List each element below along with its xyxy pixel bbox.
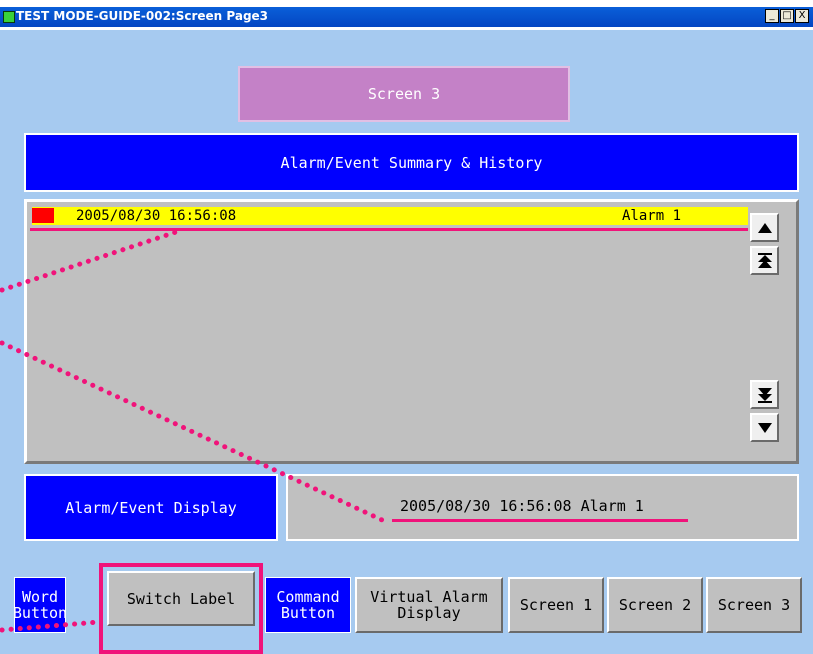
annotation-dotted-line-1	[0, 227, 185, 293]
annotation-dotted-lines	[0, 227, 385, 633]
annotation-dotted-line-2	[0, 340, 385, 523]
annotation-overlay	[0, 227, 385, 633]
annotation-dotted-line-3	[0, 619, 102, 633]
